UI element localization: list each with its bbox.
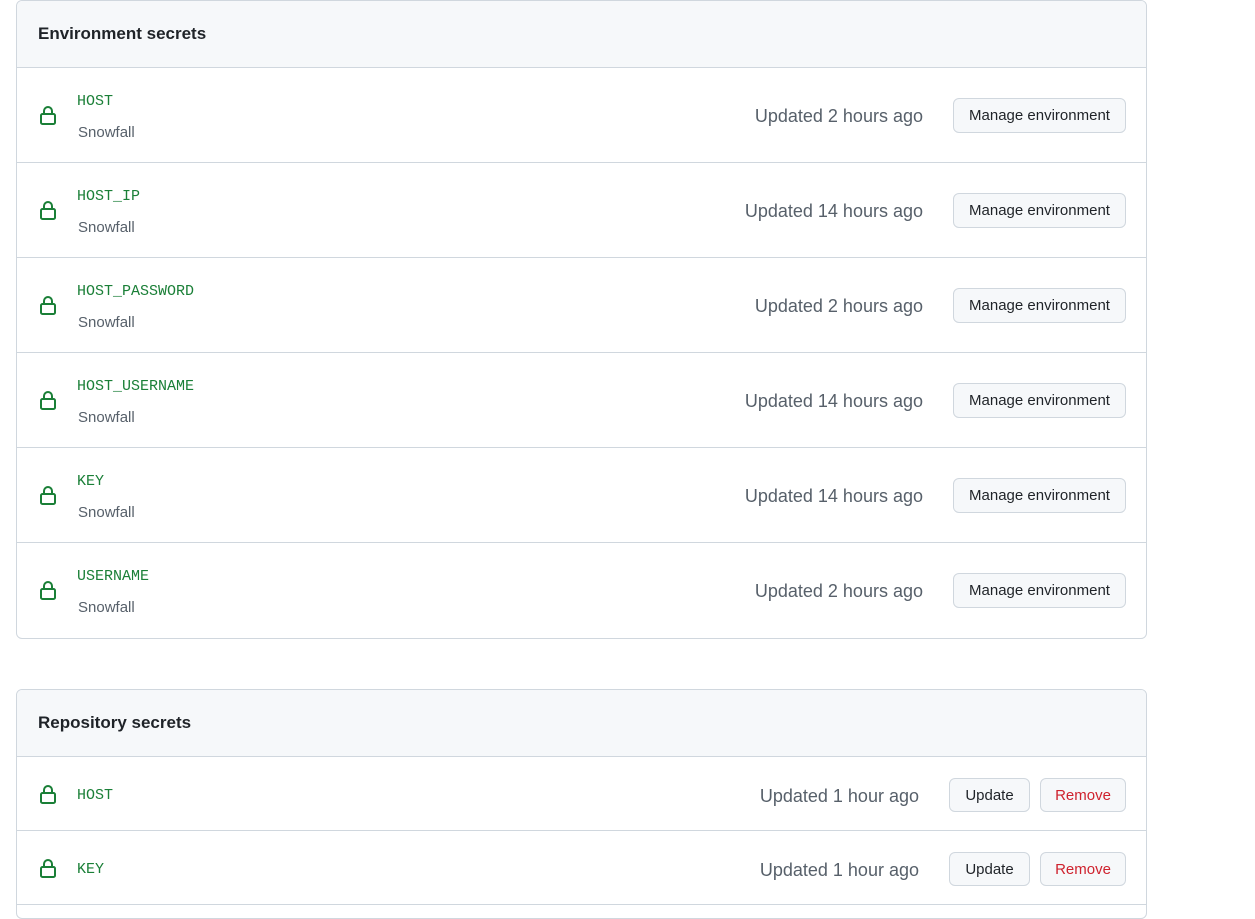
remove-button[interactable]: Remove bbox=[1040, 852, 1126, 886]
manage-environment-button[interactable]: Manage environment bbox=[953, 478, 1126, 513]
updated-timestamp: Updated 2 hours ago bbox=[754, 581, 923, 601]
lock-icon bbox=[40, 581, 56, 600]
environment-name: Snowfall bbox=[78, 409, 135, 426]
secret-name: HOST_USERNAME bbox=[77, 378, 195, 395]
environment-secret-row: HOST_IP Snowfall Updated 14 hours ago Ma… bbox=[17, 163, 1146, 258]
updated-timestamp: Updated 1 hour ago bbox=[759, 860, 919, 880]
secret-name: HOST bbox=[77, 93, 114, 110]
environment-secret-row: USERNAME Snowfall Updated 2 hours ago Ma… bbox=[17, 543, 1146, 638]
secret-name: HOST bbox=[77, 787, 114, 804]
repository-secrets-title: Repository secrets bbox=[17, 690, 1146, 757]
updated-timestamp: Updated 14 hours ago bbox=[744, 486, 923, 506]
secret-name: USERNAME bbox=[77, 568, 150, 585]
updated-timestamp: Updated 14 hours ago bbox=[744, 201, 923, 221]
secret-name: KEY bbox=[77, 473, 105, 490]
repository-secret-row: KEY Updated 1 hour ago Update Remove bbox=[17, 831, 1146, 905]
lock-icon bbox=[40, 201, 56, 220]
lock-icon bbox=[40, 486, 56, 505]
repository-secret-row: HOST Updated 1 hour ago Update Remove bbox=[17, 757, 1146, 831]
lock-icon bbox=[40, 785, 56, 804]
lock-icon bbox=[40, 859, 56, 878]
environment-secret-row: HOST Snowfall Updated 2 hours ago Manage… bbox=[17, 68, 1146, 163]
lock-icon bbox=[40, 296, 56, 315]
lock-icon bbox=[40, 106, 56, 125]
lock-icon bbox=[40, 391, 56, 410]
manage-environment-button[interactable]: Manage environment bbox=[953, 288, 1126, 323]
environment-secret-row: KEY Snowfall Updated 14 hours ago Manage… bbox=[17, 448, 1146, 543]
environment-name: Snowfall bbox=[78, 219, 135, 236]
update-button[interactable]: Update bbox=[949, 852, 1030, 886]
secret-name: HOST_PASSWORD bbox=[77, 283, 195, 300]
environment-name: Snowfall bbox=[78, 124, 135, 141]
environment-secret-row: HOST_USERNAME Snowfall Updated 14 hours … bbox=[17, 353, 1146, 448]
manage-environment-button[interactable]: Manage environment bbox=[953, 383, 1126, 418]
update-button[interactable]: Update bbox=[949, 778, 1030, 812]
repository-secrets-panel: Repository secrets HOST Updated 1 hour a… bbox=[16, 689, 1147, 919]
updated-timestamp: Updated 14 hours ago bbox=[744, 391, 923, 411]
manage-environment-button[interactable]: Manage environment bbox=[953, 98, 1126, 133]
manage-environment-button[interactable]: Manage environment bbox=[953, 193, 1126, 228]
environment-name: Snowfall bbox=[78, 504, 135, 521]
environment-name: Snowfall bbox=[78, 599, 135, 616]
secret-name: HOST_IP bbox=[77, 188, 141, 205]
updated-timestamp: Updated 2 hours ago bbox=[754, 106, 923, 126]
updated-timestamp: Updated 2 hours ago bbox=[754, 296, 923, 316]
environment-secret-row: HOST_PASSWORD Snowfall Updated 2 hours a… bbox=[17, 258, 1146, 353]
manage-environment-button[interactable]: Manage environment bbox=[953, 573, 1126, 608]
environment-secrets-title: Environment secrets bbox=[17, 1, 1146, 68]
secret-name: KEY bbox=[77, 861, 105, 878]
remove-button[interactable]: Remove bbox=[1040, 778, 1126, 812]
environment-secrets-panel: Environment secrets HOST Snowfall Update… bbox=[16, 0, 1147, 639]
environment-name: Snowfall bbox=[78, 314, 135, 331]
updated-timestamp: Updated 1 hour ago bbox=[759, 786, 919, 806]
